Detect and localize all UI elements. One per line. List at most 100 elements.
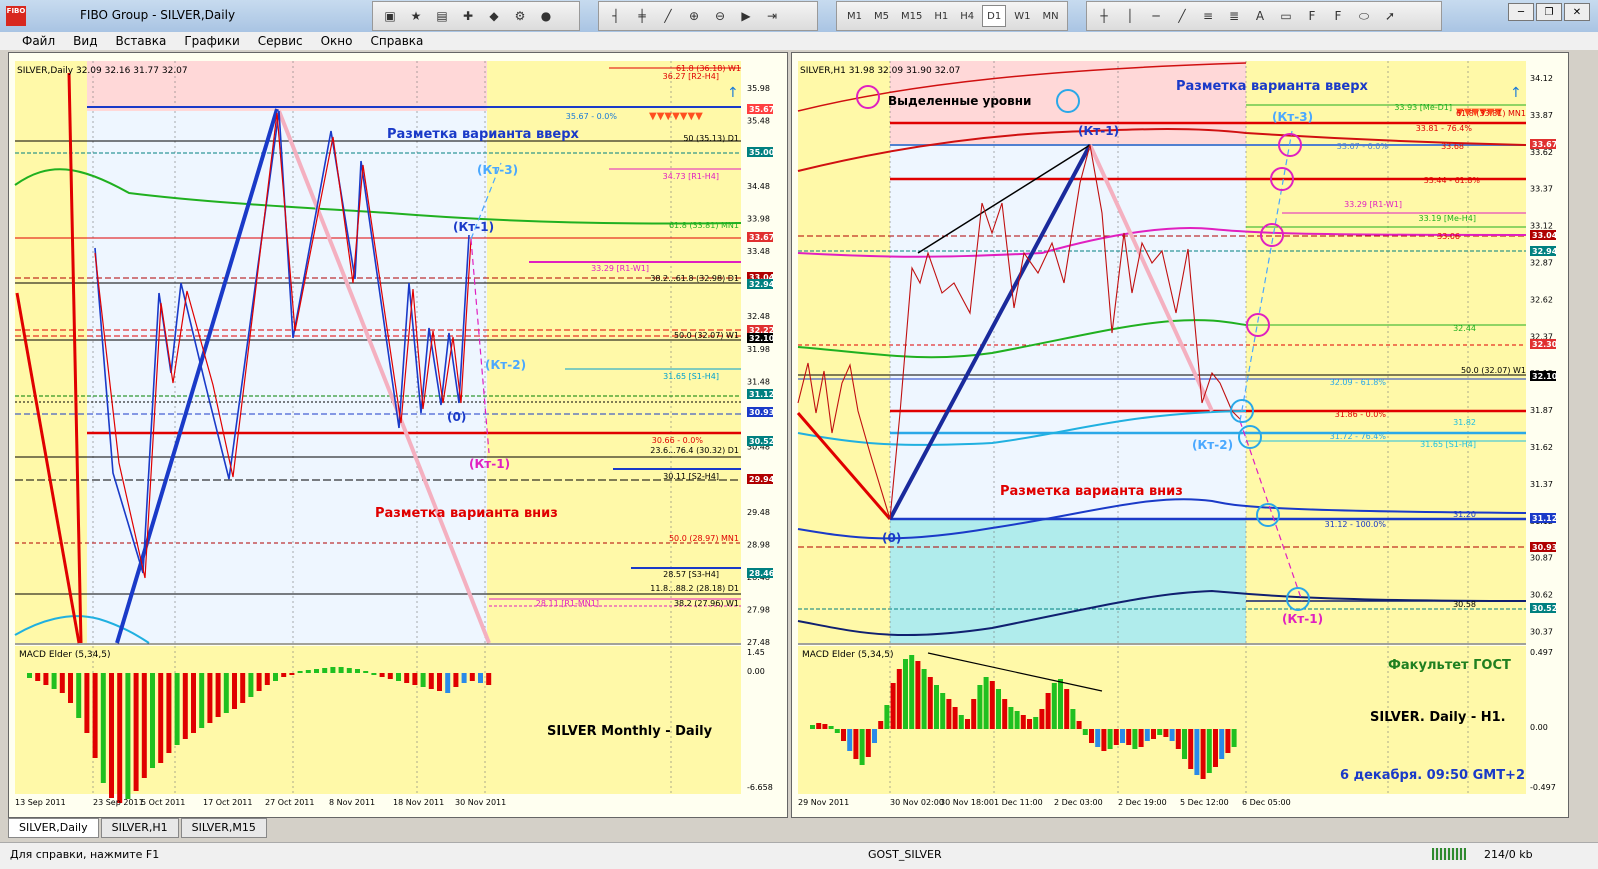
macd-bar: [878, 721, 884, 729]
price-badge: 28.46: [749, 569, 775, 578]
arrows-icon[interactable]: ➚: [1379, 6, 1401, 26]
price-badge: 30.93: [749, 408, 774, 417]
macd-bar: [1033, 717, 1039, 729]
timeframe-m1[interactable]: M1: [843, 6, 866, 26]
vertical-line-icon[interactable]: │: [1119, 6, 1141, 26]
timeframe-mn[interactable]: MN: [1038, 6, 1062, 26]
macd-bar: [191, 673, 196, 733]
fibo-time-icon[interactable]: F: [1327, 6, 1349, 26]
new-chart-icon[interactable]: ▣: [379, 6, 401, 26]
kt1-label: (Кт-1): [453, 220, 494, 234]
menu-tools[interactable]: Сервис: [258, 34, 303, 48]
zero-label: (0): [447, 410, 466, 424]
macd-bar: [1045, 693, 1051, 729]
macd-bar: [387, 673, 393, 679]
macd-bar: [996, 689, 1001, 729]
menu-window[interactable]: Окно: [321, 34, 353, 48]
macd-bar: [1089, 729, 1094, 743]
level-label: 33.29 [R1-W1]: [1344, 200, 1402, 209]
line-chart-icon[interactable]: ╱: [657, 6, 679, 26]
macd-bar: [182, 673, 188, 739]
date-tick: 30 Nov 02:00: [890, 798, 944, 807]
price-tick: 27.98: [747, 606, 770, 615]
macd-bar: [1014, 711, 1020, 729]
macd-bar: [822, 724, 828, 729]
profiles-icon[interactable]: ★: [405, 6, 427, 26]
macd-bar: [958, 715, 964, 729]
autotrade-icon[interactable]: ●: [535, 6, 557, 26]
zoom-in-icon[interactable]: ⊕: [683, 6, 705, 26]
macd-bar: [1231, 729, 1237, 747]
menu-help[interactable]: Справка: [371, 34, 424, 48]
timeframe-m5[interactable]: M5: [870, 6, 893, 26]
trendline-icon[interactable]: ╱: [1171, 6, 1193, 26]
macd-bar: [1082, 729, 1088, 735]
title-bar: FIBO FIBO Group - SILVER,Daily ▣ ★ ▤ ✚ ◆…: [0, 0, 1598, 32]
macd-bar: [1175, 729, 1181, 749]
menu-insert[interactable]: Вставка: [115, 34, 166, 48]
window-icon[interactable]: ▤: [431, 6, 453, 26]
timeframe-h1[interactable]: H1: [930, 6, 952, 26]
daily-chart-svg[interactable]: SILVER,Daily 32.09 32.16 31.77 32.07 Раз…: [9, 53, 787, 817]
price-badge: 31.12: [749, 390, 774, 399]
macd-bar: [1064, 689, 1070, 729]
fibo-icon[interactable]: ≣: [1223, 6, 1245, 26]
macd-bar: [478, 673, 483, 683]
menu-charts[interactable]: Графики: [184, 34, 239, 48]
macd-bar: [971, 699, 977, 729]
restore-icon[interactable]: ❐: [1536, 3, 1562, 21]
crosshair-icon[interactable]: ┼: [1093, 6, 1115, 26]
kt-minus1-label: (Кт-1): [1282, 612, 1323, 626]
menu-file[interactable]: Файл: [22, 34, 55, 48]
chart-window-daily[interactable]: SILVER,Daily 32.09 32.16 31.77 32.07 Раз…: [8, 52, 788, 818]
macd-bar: [141, 673, 147, 778]
price-badge: 29.94: [749, 475, 775, 484]
date-tick: 5 Oct 2011: [141, 798, 185, 807]
level-label: 33.93 [Me-D1]: [1394, 103, 1452, 112]
candle-chart-icon[interactable]: ╪: [631, 6, 653, 26]
close-icon[interactable]: ✕: [1564, 3, 1590, 21]
macd-bar: [1101, 729, 1107, 751]
level-label: 33.44 - 61.8%: [1424, 176, 1481, 185]
ellipse-icon[interactable]: ⬭: [1353, 6, 1375, 26]
timeframe-m15[interactable]: M15: [897, 6, 926, 26]
bar-chart-icon[interactable]: ┤: [605, 6, 627, 26]
zoom-out-icon[interactable]: ⊖: [709, 6, 731, 26]
date-tick: 13 Sep 2011: [15, 798, 66, 807]
macd-bar: [35, 673, 41, 681]
level-label: 61.8 (33.81) MN1: [669, 221, 739, 230]
options-icon[interactable]: ⚙: [509, 6, 531, 26]
timeframe-h4[interactable]: H4: [956, 6, 978, 26]
label-icon[interactable]: ▭: [1275, 6, 1297, 26]
price-tick: 32.87: [1530, 259, 1553, 268]
tab-silver-daily[interactable]: SILVER,Daily: [8, 818, 99, 838]
alert-icon[interactable]: ◆: [483, 6, 505, 26]
date-tick: 30 Nov 18:00: [940, 798, 994, 807]
tab-silver-h1[interactable]: SILVER,H1: [100, 818, 179, 838]
channel-icon[interactable]: ≡: [1197, 6, 1219, 26]
macd-bar: [1225, 729, 1231, 753]
text-icon[interactable]: A: [1249, 6, 1271, 26]
macd-bar: [84, 673, 90, 733]
fibo-fan-icon[interactable]: F: [1301, 6, 1323, 26]
macd-bar: [890, 683, 896, 729]
macd-bar: [256, 673, 262, 691]
macd-bar: [810, 725, 815, 729]
date-caption: 6 декабря. 09:50 GMT+2: [1340, 768, 1525, 783]
minimize-icon[interactable]: ─: [1508, 3, 1534, 21]
timeframe-w1[interactable]: W1: [1010, 6, 1034, 26]
macd-bar: [100, 673, 106, 783]
chart-window-h1[interactable]: SILVER,H1 31.98 32.09 31.90 32.07 Выделе…: [791, 52, 1569, 818]
horizontal-line-icon[interactable]: ─: [1145, 6, 1167, 26]
new-order-icon[interactable]: ✚: [457, 6, 479, 26]
level-label: 50 (35.13) D1: [683, 134, 739, 143]
timeframe-d1[interactable]: D1: [982, 5, 1007, 27]
macd-bar: [223, 673, 229, 713]
menu-view[interactable]: Вид: [73, 34, 97, 48]
macd-bar: [330, 667, 336, 673]
price-tick: 30.37: [1530, 628, 1553, 637]
autoscroll-icon[interactable]: ▶: [735, 6, 757, 26]
h1-chart-svg[interactable]: SILVER,H1 31.98 32.09 31.90 32.07 Выделе…: [792, 53, 1568, 817]
chart-shift-icon[interactable]: ⇥: [761, 6, 783, 26]
tab-silver-m15[interactable]: SILVER,M15: [180, 818, 267, 838]
